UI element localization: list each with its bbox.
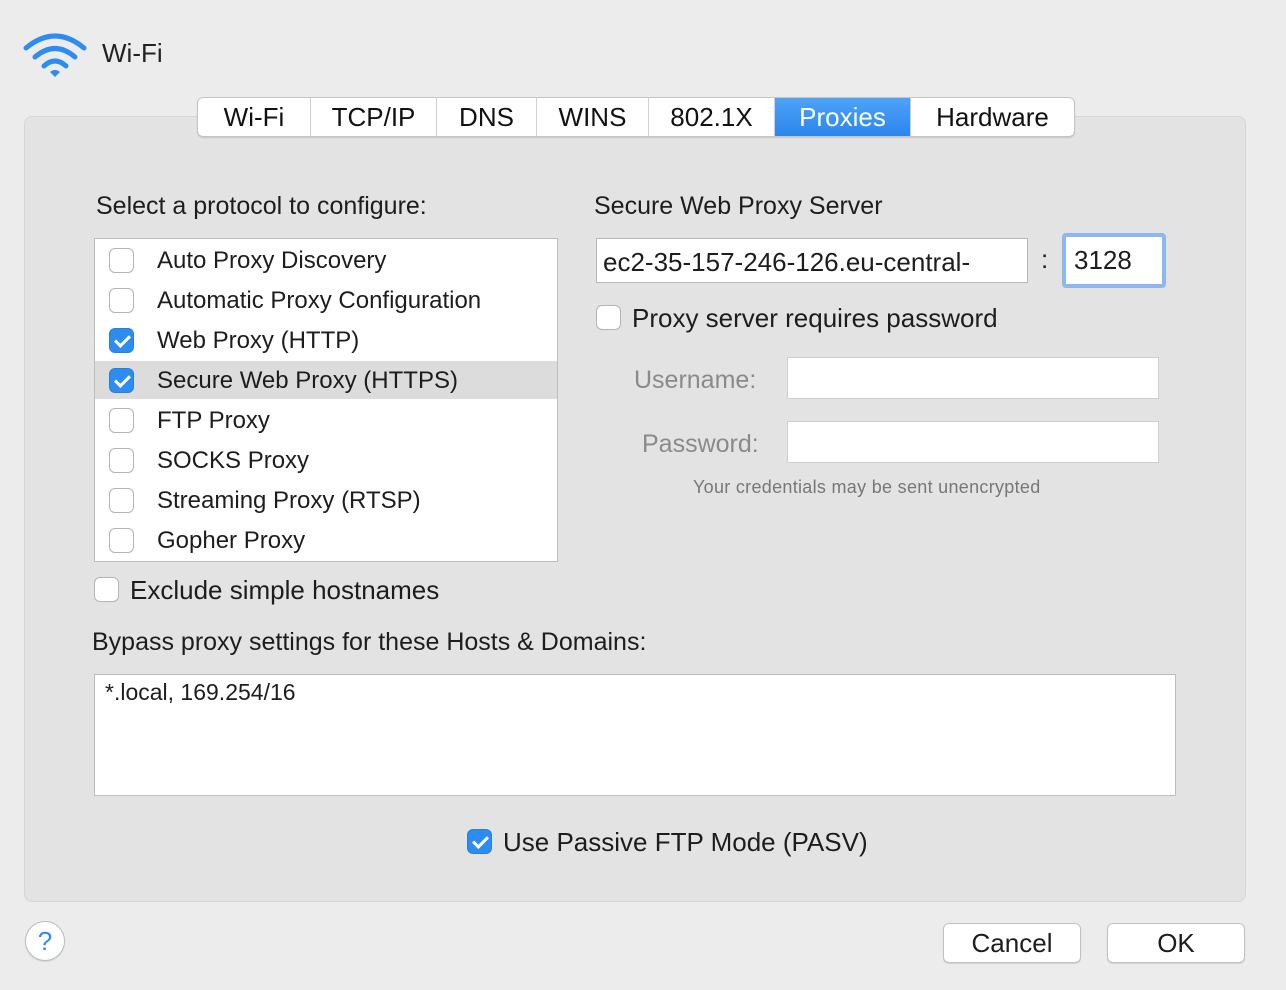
server-host-input[interactable]: ec2-35-157-246-126.eu-central- <box>596 238 1028 283</box>
username-label: Username: <box>634 366 757 394</box>
cancel-button[interactable]: Cancel <box>943 923 1081 963</box>
exclude-hostnames-label: Exclude simple hostnames <box>130 575 440 605</box>
tab-8021x[interactable]: 802.1X <box>649 98 775 136</box>
protocol-label: Secure Web Proxy (HTTPS) <box>157 367 458 394</box>
protocol-row-rtsp[interactable]: Streaming Proxy (RTSP) <box>95 481 557 519</box>
protocol-label: Streaming Proxy (RTSP) <box>157 487 421 514</box>
tab-hardware[interactable]: Hardware <box>911 98 1074 136</box>
checkbox[interactable] <box>109 288 134 313</box>
protocol-row-socks[interactable]: SOCKS Proxy <box>95 441 557 479</box>
protocol-row-https[interactable]: Secure Web Proxy (HTTPS) <box>95 361 557 399</box>
protocol-list: Auto Proxy Discovery Automatic Proxy Con… <box>94 238 558 562</box>
protocol-row-auto-discovery[interactable]: Auto Proxy Discovery <box>95 241 557 279</box>
server-port-input[interactable]: 3128 <box>1062 233 1166 288</box>
password-field[interactable] <box>787 421 1159 463</box>
ok-button[interactable]: OK <box>1107 923 1245 963</box>
checkbox[interactable] <box>109 328 134 353</box>
tab-proxies[interactable]: Proxies <box>775 98 911 136</box>
checkbox[interactable] <box>109 448 134 473</box>
passive-ftp-label: Use Passive FTP Mode (PASV) <box>503 827 868 857</box>
bypass-hosts-textarea[interactable]: *.local, 169.254/16 <box>94 674 1176 796</box>
username-field[interactable] <box>787 357 1159 399</box>
wifi-icon <box>23 33 87 77</box>
protocol-row-http[interactable]: Web Proxy (HTTP) <box>95 321 557 359</box>
protocol-label: Web Proxy (HTTP) <box>157 327 360 354</box>
passive-ftp-checkbox[interactable] <box>467 829 492 854</box>
checkbox[interactable] <box>109 528 134 553</box>
tab-dns[interactable]: DNS <box>437 98 537 136</box>
checkbox[interactable] <box>109 488 134 513</box>
tab-tcpip[interactable]: TCP/IP <box>311 98 437 136</box>
requires-password-label: Proxy server requires password <box>632 303 998 333</box>
checkbox[interactable] <box>109 248 134 273</box>
help-button[interactable]: ? <box>25 921 65 961</box>
tab-wins[interactable]: WINS <box>537 98 649 136</box>
checkbox[interactable] <box>109 368 134 393</box>
bypass-heading: Bypass proxy settings for these Hosts & … <box>92 628 647 656</box>
protocol-heading: Select a protocol to configure: <box>96 192 427 220</box>
tab-bar: Wi-Fi TCP/IP DNS WINS 802.1X Proxies Har… <box>197 97 1075 137</box>
checkbox[interactable] <box>109 408 134 433</box>
protocol-label: SOCKS Proxy <box>157 447 310 474</box>
protocol-label: Automatic Proxy Configuration <box>157 287 482 314</box>
window-title: Wi-Fi <box>102 38 163 68</box>
host-port-separator: : <box>1041 244 1049 274</box>
protocol-label: FTP Proxy <box>157 407 270 434</box>
protocol-row-ftp[interactable]: FTP Proxy <box>95 401 557 439</box>
protocol-row-auto-config[interactable]: Automatic Proxy Configuration <box>95 281 557 319</box>
protocol-label: Gopher Proxy <box>157 527 306 554</box>
exclude-hostnames-checkbox[interactable] <box>94 577 119 602</box>
password-label: Password: <box>642 430 759 458</box>
server-heading: Secure Web Proxy Server <box>594 192 883 220</box>
tab-wifi[interactable]: Wi-Fi <box>198 98 311 136</box>
credentials-note: Your credentials may be sent unencrypted <box>693 477 1041 497</box>
requires-password-checkbox[interactable] <box>596 305 621 330</box>
protocol-row-gopher[interactable]: Gopher Proxy <box>95 521 557 559</box>
protocol-label: Auto Proxy Discovery <box>157 247 387 274</box>
